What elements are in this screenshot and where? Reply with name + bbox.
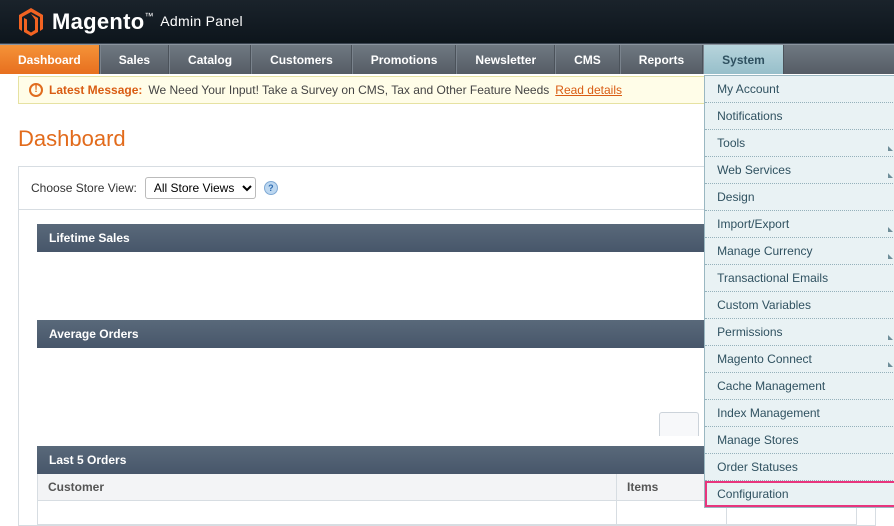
system-menu-index-management[interactable]: Index Management bbox=[705, 400, 894, 427]
notice-label: Latest Message: bbox=[49, 83, 142, 97]
notice-text: We Need Your Input! Take a Survey on CMS… bbox=[148, 83, 549, 97]
brand-sub: Admin Panel bbox=[160, 13, 243, 29]
store-view-label: Choose Store View: bbox=[31, 181, 137, 195]
nav-sales[interactable]: Sales bbox=[100, 45, 169, 74]
logo-text: Magento™ Admin Panel bbox=[52, 9, 243, 35]
system-menu-transactional-emails[interactable]: Transactional Emails bbox=[705, 265, 894, 292]
system-menu-tools[interactable]: Tools bbox=[705, 130, 894, 157]
admin-header: Magento™ Admin Panel bbox=[0, 0, 894, 44]
notice-link[interactable]: Read details bbox=[555, 83, 622, 97]
nav-label: Customers bbox=[270, 53, 333, 67]
nav-label: Promotions bbox=[371, 53, 438, 67]
magento-logo-icon bbox=[18, 7, 44, 37]
nav-reports[interactable]: Reports bbox=[620, 45, 703, 74]
system-menu-web-services[interactable]: Web Services bbox=[705, 157, 894, 184]
store-view-select[interactable]: All Store Views bbox=[145, 177, 256, 199]
nav-label: Newsletter bbox=[475, 53, 536, 67]
system-menu-permissions[interactable]: Permissions bbox=[705, 319, 894, 346]
nav-customers[interactable]: Customers bbox=[251, 45, 352, 74]
nav-label: Catalog bbox=[188, 53, 232, 67]
cell-customer bbox=[38, 501, 616, 524]
system-menu-notifications[interactable]: Notifications bbox=[705, 103, 894, 130]
system-menu-import-export[interactable]: Import/Export bbox=[705, 211, 894, 238]
system-menu-magento-connect[interactable]: Magento Connect bbox=[705, 346, 894, 373]
nav-label: Reports bbox=[639, 53, 684, 67]
help-icon[interactable]: ? bbox=[264, 181, 278, 195]
trademark: ™ bbox=[145, 11, 154, 21]
system-dropdown: My AccountNotificationsToolsWeb Services… bbox=[704, 75, 894, 508]
nav-cms[interactable]: CMS bbox=[555, 45, 620, 74]
main-nav: Dashboard Sales Catalog Customers Promot… bbox=[0, 44, 894, 74]
nav-label: Sales bbox=[119, 53, 150, 67]
system-menu-manage-currency[interactable]: Manage Currency bbox=[705, 238, 894, 265]
nav-dashboard[interactable]: Dashboard bbox=[0, 45, 100, 74]
system-menu-custom-variables[interactable]: Custom Variables bbox=[705, 292, 894, 319]
system-menu-my-account[interactable]: My Account bbox=[705, 76, 894, 103]
system-menu-order-statuses[interactable]: Order Statuses bbox=[705, 454, 894, 481]
chart-tab[interactable] bbox=[659, 412, 699, 436]
notice-icon: ! bbox=[29, 83, 43, 97]
system-menu-manage-stores[interactable]: Manage Stores bbox=[705, 427, 894, 454]
system-menu-configuration[interactable]: Configuration bbox=[705, 481, 894, 507]
nav-catalog[interactable]: Catalog bbox=[169, 45, 251, 74]
nav-label: System bbox=[722, 53, 765, 67]
system-menu-design[interactable]: Design bbox=[705, 184, 894, 211]
nav-label: CMS bbox=[574, 53, 601, 67]
system-menu-cache-management[interactable]: Cache Management bbox=[705, 373, 894, 400]
nav-newsletter[interactable]: Newsletter bbox=[456, 45, 555, 74]
logo: Magento™ Admin Panel bbox=[0, 7, 243, 37]
col-customer: Customer bbox=[38, 474, 616, 500]
nav-system[interactable]: System My AccountNotificationsToolsWeb S… bbox=[703, 45, 784, 74]
nav-promotions[interactable]: Promotions bbox=[352, 45, 457, 74]
nav-label: Dashboard bbox=[18, 53, 81, 67]
brand-name: Magento bbox=[52, 9, 145, 34]
